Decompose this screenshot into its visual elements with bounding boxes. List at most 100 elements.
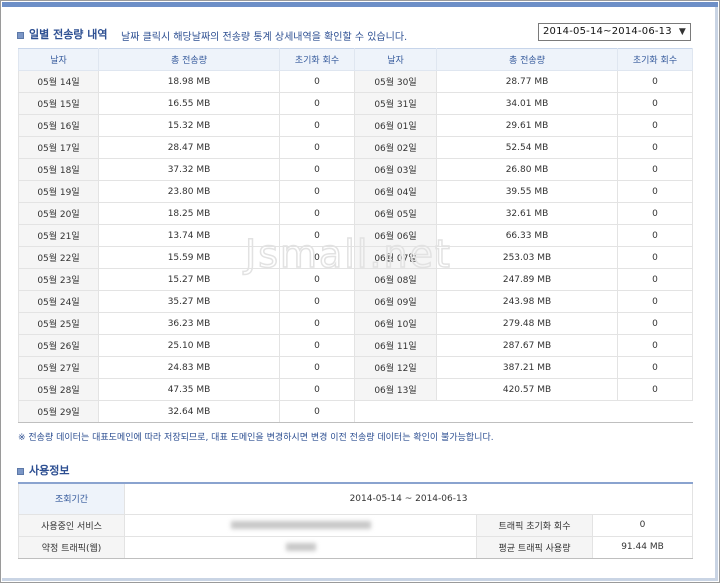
table-row: 05월 24일 35.27 MB 0 06월 09일 243.98 MB 0	[18, 290, 693, 313]
table-row: 05월 14일 18.98 MB 0 05월 30일 28.77 MB 0	[18, 70, 693, 93]
column-header-date: 날자	[354, 48, 437, 71]
table-row: 05월 21일 13.74 MB 0 06월 06일 66.33 MB 0	[18, 224, 693, 247]
total-transfer-cell: 287.67 MB	[436, 334, 618, 357]
total-transfer-cell: 39.55 MB	[436, 180, 618, 203]
daily-section-title: 일별 전송량 내역	[17, 26, 108, 42]
date-cell[interactable]: 06월 03일	[354, 158, 437, 181]
date-cell[interactable]: 05월 16일	[18, 114, 99, 137]
date-cell[interactable]: 06월 08일	[354, 268, 437, 291]
reset-count-cell: 0	[617, 356, 693, 379]
date-cell[interactable]: 05월 17일	[18, 136, 99, 159]
date-cell[interactable]: 05월 23일	[18, 268, 99, 291]
reset-count-cell: 0	[279, 312, 355, 335]
reset-count-value: 0	[592, 513, 693, 537]
date-cell[interactable]: 05월 29일	[18, 400, 99, 423]
column-header-date: 날자	[18, 48, 99, 71]
total-transfer-cell: 15.32 MB	[98, 114, 280, 137]
date-cell[interactable]: 06월 01일	[354, 114, 437, 137]
column-header-resets: 초기화 회수	[617, 48, 693, 71]
table-row: 05월 16일 15.32 MB 0 06월 01일 29.61 MB 0	[18, 114, 693, 137]
total-transfer-cell: 34.01 MB	[436, 92, 618, 115]
daily-table-body: 05월 14일 18.98 MB 0 05월 30일 28.77 MB 0 05월 15일 1…	[18, 70, 693, 423]
total-transfer-cell: 28.47 MB	[98, 136, 280, 159]
reset-count-cell: 0	[279, 290, 355, 313]
reset-count-cell: 0	[279, 114, 355, 137]
reset-count-cell: 0	[617, 312, 693, 335]
date-range-select[interactable]: 2014-05-14~2014-06-13 ▼	[538, 23, 691, 41]
total-transfer-cell: 37.32 MB	[98, 158, 280, 181]
reset-count-label: 트래픽 초기화 회수	[476, 513, 593, 537]
storage-notice: ※ 전송량 데이터는 대표도메인에 따라 저장되므로, 대표 도메인을 변경하시…	[18, 433, 494, 443]
date-cell[interactable]: 05월 28일	[18, 378, 99, 401]
date-cell[interactable]: 05월 20일	[18, 202, 99, 225]
reset-count-cell: 0	[617, 378, 693, 401]
date-cell[interactable]: 05월 22일	[18, 246, 99, 269]
period-label: 조회기간	[18, 482, 125, 515]
date-cell[interactable]: 06월 06일	[354, 224, 437, 247]
empty-cell	[354, 400, 693, 423]
usage-section-title: 사용정보	[17, 462, 69, 478]
date-cell[interactable]: 06월 07일	[354, 246, 437, 269]
date-cell[interactable]: 05월 27일	[18, 356, 99, 379]
date-cell[interactable]: 06월 04일	[354, 180, 437, 203]
reset-count-cell: 0	[617, 246, 693, 269]
daily-transfer-table: 날자 총 전송량 초기화 회수 날자 총 전송량 초기화 회수 05월 14일 1…	[18, 48, 693, 423]
service-label: 사용중인 서비스	[18, 513, 125, 537]
total-transfer-cell: 13.74 MB	[98, 224, 280, 247]
vertical-scrollbar[interactable]	[715, 7, 718, 581]
table-row: 05월 25일 36.23 MB 0 06월 10일 279.48 MB 0	[18, 312, 693, 335]
total-transfer-cell: 243.98 MB	[436, 290, 618, 313]
date-cell[interactable]: 05월 18일	[18, 158, 99, 181]
date-cell[interactable]: 06월 02일	[354, 136, 437, 159]
date-cell[interactable]: 05월 31일	[354, 92, 437, 115]
table-row: 05월 23일 15.27 MB 0 06월 08일 247.89 MB 0	[18, 268, 693, 291]
service-row: 사용중인 서비스 트래픽 초기화 회수 0	[18, 513, 693, 537]
contract-traffic-label: 약정 트래픽(웹)	[18, 535, 125, 559]
square-bullet-icon	[17, 31, 24, 39]
table-row: 05월 27일 24.83 MB 0 06월 12일 387.21 MB 0	[18, 356, 693, 379]
table-row: 05월 15일 16.55 MB 0 05월 31일 34.01 MB 0	[18, 92, 693, 115]
table-row: 05월 29일 32.64 MB 0	[18, 400, 693, 423]
period-value: 2014-05-14 ~ 2014-06-13	[124, 482, 693, 515]
reset-count-cell: 0	[279, 246, 355, 269]
date-cell[interactable]: 06월 09일	[354, 290, 437, 313]
total-transfer-cell: 247.89 MB	[436, 268, 618, 291]
date-cell[interactable]: 05월 21일	[18, 224, 99, 247]
reset-count-cell: 0	[617, 136, 693, 159]
total-transfer-cell: 18.25 MB	[98, 202, 280, 225]
square-bullet-icon	[17, 467, 24, 475]
date-cell[interactable]: 05월 19일	[18, 180, 99, 203]
reset-count-cell: 0	[617, 268, 693, 291]
date-cell[interactable]: 05월 14일	[18, 70, 99, 93]
table-row: 05월 28일 47.35 MB 0 06월 13일 420.57 MB 0	[18, 378, 693, 401]
table-row: 05월 20일 18.25 MB 0 06월 05일 32.61 MB 0	[18, 202, 693, 225]
total-transfer-cell: 28.77 MB	[436, 70, 618, 93]
total-transfer-cell: 35.27 MB	[98, 290, 280, 313]
date-cell[interactable]: 06월 10일	[354, 312, 437, 335]
date-range-value: 2014-05-14~2014-06-13	[543, 26, 672, 37]
table-row: 05월 22일 15.59 MB 0 06월 07일 253.03 MB 0	[18, 246, 693, 269]
total-transfer-cell: 47.35 MB	[98, 378, 280, 401]
total-transfer-cell: 25.10 MB	[98, 334, 280, 357]
total-transfer-cell: 387.21 MB	[436, 356, 618, 379]
reset-count-cell: 0	[279, 334, 355, 357]
date-cell[interactable]: 05월 24일	[18, 290, 99, 313]
date-cell[interactable]: 06월 11일	[354, 334, 437, 357]
horizontal-scrollbar[interactable]	[2, 578, 718, 581]
date-cell[interactable]: 05월 30일	[354, 70, 437, 93]
date-cell[interactable]: 05월 26일	[18, 334, 99, 357]
date-cell[interactable]: 05월 25일	[18, 312, 99, 335]
reset-count-cell: 0	[279, 378, 355, 401]
usage-section-title-text: 사용정보	[29, 464, 70, 477]
daily-section-title-text: 일별 전송량 내역	[29, 28, 108, 41]
page-frame: 일별 전송량 내역 날짜 클릭시 해당날짜의 전송량 통계 상세내역을 확인할 …	[0, 0, 720, 583]
total-transfer-cell: 32.64 MB	[98, 400, 280, 423]
reset-count-cell: 0	[279, 400, 355, 423]
date-cell[interactable]: 05월 15일	[18, 92, 99, 115]
reset-count-cell: 0	[279, 70, 355, 93]
window-top-bar	[2, 2, 718, 7]
date-cell[interactable]: 06월 05일	[354, 202, 437, 225]
date-cell[interactable]: 06월 12일	[354, 356, 437, 379]
total-transfer-cell: 52.54 MB	[436, 136, 618, 159]
date-cell[interactable]: 06월 13일	[354, 378, 437, 401]
